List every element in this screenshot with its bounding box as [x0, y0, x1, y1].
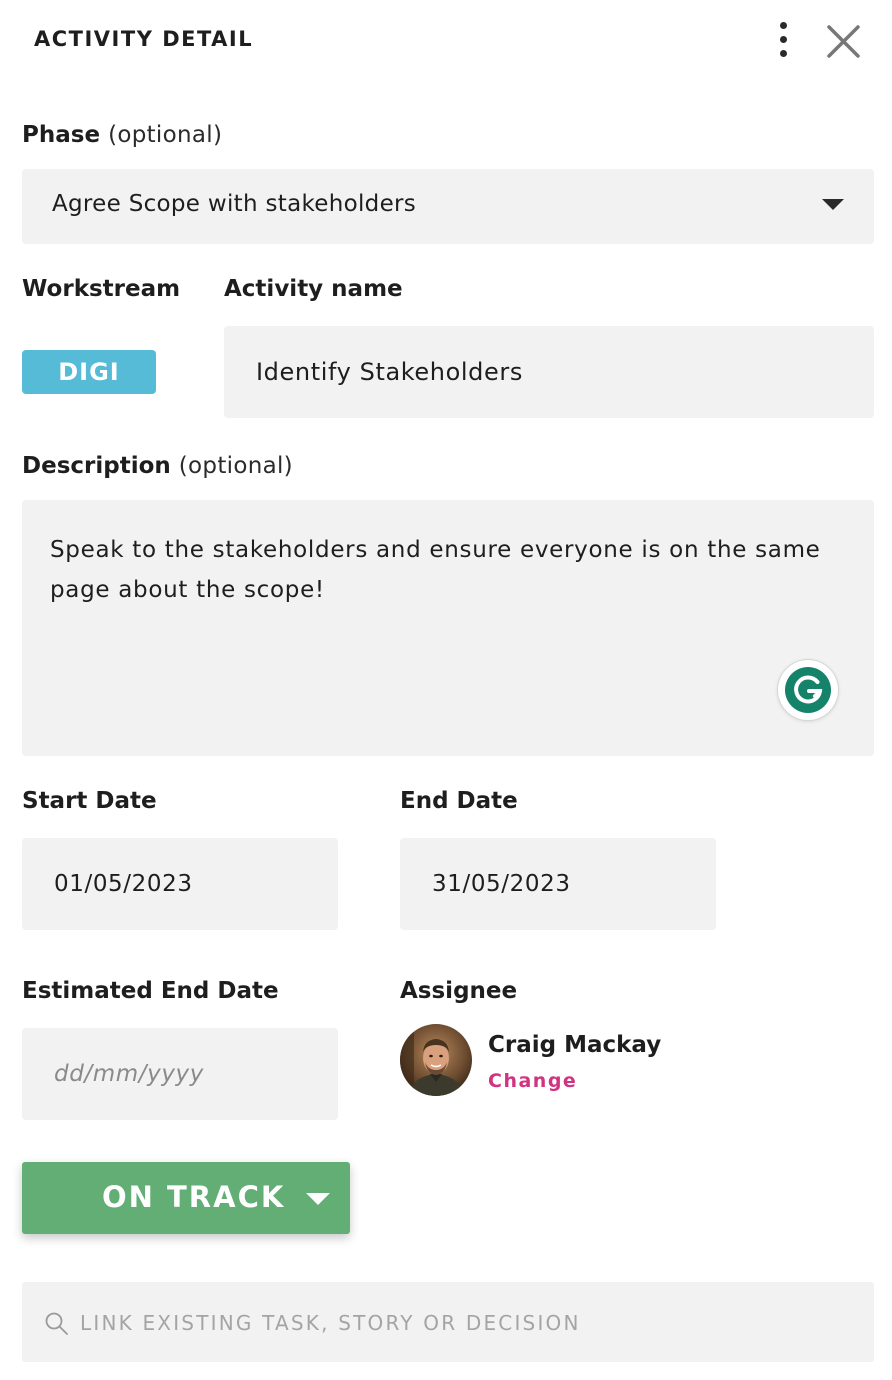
phase-select-value: Agree Scope with stakeholders	[52, 191, 417, 217]
phase-label: Phase (optional)	[22, 122, 223, 148]
grammarly-icon	[785, 667, 831, 713]
link-search-field[interactable]	[22, 1282, 874, 1364]
workstream-label: Workstream	[22, 276, 181, 302]
assignee-label: Assignee	[400, 978, 518, 1004]
end-date-input[interactable]	[400, 838, 716, 930]
description-textarea[interactable]: Speak to the stakeholders and ensure eve…	[22, 500, 874, 756]
panel-title: ACTIVITY DETAIL	[34, 27, 254, 51]
more-options-button[interactable]	[768, 18, 800, 62]
status-dropdown-button[interactable]: ON TRACK	[22, 1162, 350, 1234]
avatar	[400, 1024, 472, 1096]
chevron-down-icon	[822, 199, 844, 210]
estimated-end-date-input[interactable]	[22, 1028, 338, 1120]
close-button[interactable]	[820, 18, 866, 64]
workstream-badge: DIGI	[22, 350, 156, 394]
start-date-input[interactable]	[22, 838, 338, 930]
change-assignee-link[interactable]: Change	[488, 1070, 577, 1092]
close-icon	[827, 25, 860, 58]
status-label: ON TRACK	[102, 1180, 286, 1214]
search-icon	[45, 1312, 68, 1335]
description-label: Description (optional)	[22, 453, 293, 479]
activity-name-input[interactable]	[224, 326, 874, 418]
link-search-input[interactable]	[78, 1282, 862, 1364]
end-date-label: End Date	[400, 788, 518, 814]
more-vertical-icon	[780, 22, 787, 29]
grammarly-button[interactable]	[778, 660, 838, 720]
estimated-end-date-label: Estimated End Date	[22, 978, 279, 1004]
chevron-down-icon	[306, 1193, 330, 1205]
start-date-label: Start Date	[22, 788, 157, 814]
activity-name-label: Activity name	[224, 276, 403, 302]
phase-select[interactable]: Agree Scope with stakeholders	[22, 169, 874, 244]
assignee-name: Craig Mackay	[488, 1032, 662, 1058]
